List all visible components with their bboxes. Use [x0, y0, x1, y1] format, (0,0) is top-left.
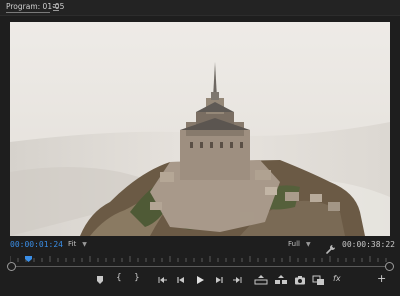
scrubber-timeline[interactable] — [7, 256, 394, 271]
extract-button[interactable] — [274, 274, 287, 286]
step-forward-button[interactable] — [213, 274, 225, 286]
fx-button[interactable]: fx — [333, 274, 345, 286]
go-to-out-button[interactable] — [232, 274, 244, 286]
video-frame — [10, 22, 390, 236]
comparison-view-icon — [312, 275, 324, 285]
wrench-settings-icon[interactable] — [326, 239, 336, 254]
playback-resolution-dropdown[interactable]: Full ▼ — [288, 240, 311, 248]
panel-menu-icon[interactable] — [52, 2, 60, 11]
mark-out-button[interactable]: } — [134, 273, 146, 285]
playhead-marker[interactable] — [25, 256, 33, 262]
step-back-button[interactable] — [175, 274, 187, 286]
zoom-handle-right[interactable] — [385, 262, 394, 271]
lift-icon — [254, 275, 268, 285]
mark-in-button[interactable]: { — [116, 273, 128, 285]
go-to-in-icon — [158, 277, 167, 283]
go-to-in-button[interactable] — [156, 274, 168, 286]
time-ruler — [10, 256, 387, 262]
lift-button[interactable] — [254, 274, 268, 286]
add-button[interactable]: + — [377, 272, 389, 285]
step-back-icon — [177, 277, 184, 283]
panel-header: Program: 01-05 — [0, 0, 400, 16]
add-marker-button[interactable] — [94, 274, 106, 286]
go-to-out-icon — [233, 277, 242, 283]
chevron-down-icon: ▼ — [82, 241, 87, 248]
active-tab-underline — [6, 12, 50, 13]
play-icon — [197, 276, 204, 284]
program-monitor-viewer[interactable] — [10, 22, 390, 236]
zoom-handle-left[interactable] — [7, 262, 16, 271]
camera-icon — [295, 276, 305, 285]
zoom-level-dropdown[interactable]: Fit ▼ — [68, 240, 87, 248]
comparison-view-button[interactable] — [312, 274, 324, 286]
transport-controls: { } fx + — [0, 272, 400, 288]
timecode-bar: 00:00:01:24 Fit ▼ Full ▼ 00:00:38:22 — [0, 238, 400, 254]
zoom-level-value: Fit — [68, 240, 77, 248]
duration-timecode: 00:00:38:22 — [342, 240, 395, 249]
play-button[interactable] — [194, 274, 206, 286]
chevron-down-icon: ▼ — [305, 241, 311, 248]
playback-resolution-value: Full — [288, 240, 300, 248]
extract-icon — [275, 275, 287, 284]
current-timecode[interactable]: 00:00:01:24 — [10, 240, 63, 249]
marker-icon — [97, 276, 103, 284]
step-forward-icon — [216, 277, 223, 283]
zoom-scroll-track[interactable] — [12, 266, 388, 267]
export-frame-button[interactable] — [294, 274, 306, 286]
